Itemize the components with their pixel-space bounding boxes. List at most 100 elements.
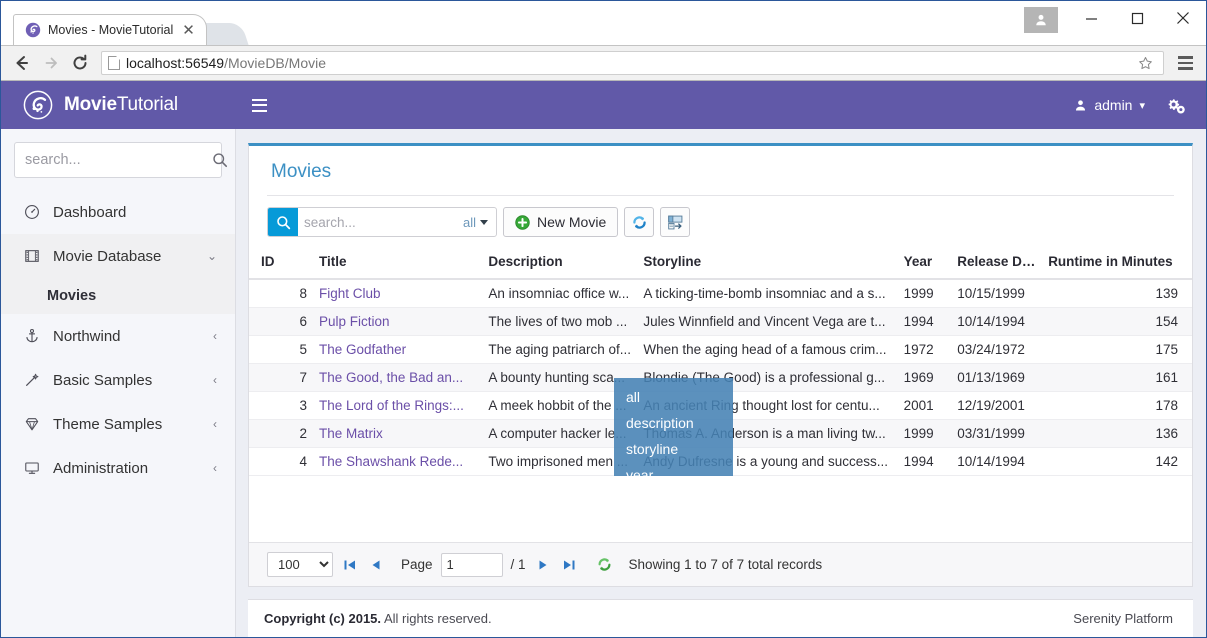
table-row[interactable]: 6 Pulp Fiction The lives of two mob ... … (249, 308, 1192, 336)
movie-title-link[interactable]: The Godfather (319, 342, 406, 357)
sidebar-toggle-button[interactable] (242, 81, 276, 129)
column-header-title[interactable]: Title (313, 247, 482, 279)
magic-wand-icon (23, 372, 40, 388)
address-bar[interactable]: localhost:56549/MovieDB/Movie (101, 51, 1164, 75)
cell-runtime: 142 (1042, 448, 1192, 476)
cell-title[interactable]: The Good, the Bad an... (313, 364, 482, 392)
column-header-release-date[interactable]: Release Da... (951, 247, 1042, 279)
sidebar-item-movie-database[interactable]: Movie Database ⌄ (1, 234, 235, 278)
cell-id: 3 (249, 392, 313, 420)
settings-gears-button[interactable] (1161, 96, 1192, 115)
sidebar-menu: Dashboard Movie Database ⌄ (1, 190, 235, 490)
cell-runtime: 178 (1042, 392, 1192, 420)
dropdown-option-description[interactable]: description (614, 410, 733, 436)
forward-button[interactable] (38, 50, 64, 76)
refresh-icon (631, 214, 648, 231)
sidebar-item-northwind[interactable]: Northwind ‹ (1, 314, 235, 358)
bookmark-star-icon[interactable] (1133, 56, 1157, 71)
column-header-runtime[interactable]: Runtime in Minutes (1042, 247, 1192, 279)
page-size-select[interactable]: 100 (267, 552, 333, 577)
window-minimize-button[interactable] (1068, 1, 1114, 35)
sidebar-item-movies[interactable]: Movies (1, 278, 235, 314)
table-row[interactable]: 5 The Godfather The aging patriarch of..… (249, 336, 1192, 364)
last-page-button[interactable] (560, 558, 578, 572)
browser-tab[interactable]: Movies - MovieTutorial ✕ (13, 14, 207, 45)
sidebar-item-administration[interactable]: Administration ‹ (1, 446, 235, 490)
refresh-button[interactable] (624, 207, 654, 237)
column-header-year[interactable]: Year (898, 247, 952, 279)
column-header-description[interactable]: Description (482, 247, 637, 279)
cell-release-date: 12/19/2001 (951, 392, 1042, 420)
window-controls (1024, 1, 1206, 35)
cell-release-date: 10/14/1994 (951, 448, 1042, 476)
tab-close-icon[interactable]: ✕ (180, 23, 197, 38)
movie-title-link[interactable]: The Good, the Bad an... (319, 370, 463, 385)
first-page-button[interactable] (341, 558, 359, 572)
film-icon (23, 248, 40, 264)
movie-title-link[interactable]: Pulp Fiction (319, 314, 390, 329)
cell-description: The lives of two mob ... (482, 308, 637, 336)
cell-title[interactable]: Pulp Fiction (313, 308, 482, 336)
cell-title[interactable]: The Shawshank Rede... (313, 448, 482, 476)
cell-runtime: 136 (1042, 420, 1192, 448)
cell-year: 1999 (898, 279, 952, 308)
diamond-icon (23, 416, 40, 432)
search-field-selector[interactable]: all (460, 215, 496, 230)
browser-menu-button[interactable] (1172, 50, 1198, 76)
cell-release-date: 03/24/1972 (951, 336, 1042, 364)
dropdown-option-all[interactable]: all (614, 384, 733, 410)
dropdown-option-year[interactable]: year (614, 462, 733, 488)
user-icon (1074, 99, 1087, 112)
movies-panel: Movies all (248, 143, 1193, 587)
sidebar-search-input[interactable] (25, 152, 212, 168)
quick-search[interactable]: all (267, 207, 497, 237)
sidebar-search[interactable] (14, 142, 222, 178)
sidebar-item-label: Administration (53, 460, 200, 477)
sidebar-item-theme-samples[interactable]: Theme Samples ‹ (1, 402, 235, 446)
column-header-id[interactable]: ID (249, 247, 313, 279)
footer-copyright: Copyright (c) 2015. All rights reserved. (264, 611, 492, 626)
page-number-input[interactable] (441, 553, 503, 577)
movie-title-link[interactable]: The Shawshank Rede... (319, 454, 463, 469)
quick-search-input[interactable] (298, 208, 460, 236)
cell-id: 2 (249, 420, 313, 448)
footer-copyright-rest: All rights reserved. (384, 611, 492, 626)
table-row[interactable]: 8 Fight Club An insomniac office w... A … (249, 279, 1192, 308)
movie-title-link[interactable]: Fight Club (319, 286, 381, 301)
profile-button[interactable] (1024, 7, 1058, 33)
brand-logo-link[interactable]: MovieTutorial (1, 81, 236, 129)
search-field-dropdown[interactable]: all description storyline year (614, 378, 733, 476)
search-icon[interactable] (268, 207, 298, 237)
sidebar-item-basic-samples[interactable]: Basic Samples ‹ (1, 358, 235, 402)
sidebar-item-label: Basic Samples (53, 372, 200, 389)
search-icon[interactable] (212, 152, 228, 168)
movie-title-link[interactable]: The Matrix (319, 426, 383, 441)
pager-refresh-button[interactable] (596, 556, 613, 573)
cell-release-date: 03/31/1999 (951, 420, 1042, 448)
window-close-button[interactable] (1160, 1, 1206, 35)
app-footer: Copyright (c) 2015. All rights reserved.… (248, 599, 1193, 637)
window-maximize-button[interactable] (1114, 1, 1160, 35)
back-button[interactable] (9, 50, 35, 76)
column-picker-button[interactable] (660, 207, 690, 237)
sidebar-subitem-label: Movies (47, 288, 96, 304)
column-header-storyline[interactable]: Storyline (637, 247, 897, 279)
dropdown-option-storyline[interactable]: storyline (614, 436, 733, 462)
cell-title[interactable]: Fight Club (313, 279, 482, 308)
address-bar-url: localhost:56549/MovieDB/Movie (126, 55, 326, 71)
serenity-swirl-icon (23, 90, 53, 120)
new-movie-button[interactable]: New Movie (503, 207, 618, 237)
user-menu[interactable]: admin ▾ (1064, 97, 1155, 113)
reload-button[interactable] (67, 50, 93, 76)
cell-title[interactable]: The Lord of the Rings:... (313, 392, 482, 420)
new-movie-label: New Movie (537, 214, 606, 230)
prev-page-button[interactable] (367, 558, 385, 572)
cell-title[interactable]: The Matrix (313, 420, 482, 448)
footer-copyright-bold: Copyright (c) 2015. (264, 611, 381, 626)
cell-title[interactable]: The Godfather (313, 336, 482, 364)
sidebar-item-dashboard[interactable]: Dashboard (1, 190, 235, 234)
cell-runtime: 139 (1042, 279, 1192, 308)
cell-year: 1972 (898, 336, 952, 364)
next-page-button[interactable] (534, 558, 552, 572)
movie-title-link[interactable]: The Lord of the Rings:... (319, 398, 464, 413)
